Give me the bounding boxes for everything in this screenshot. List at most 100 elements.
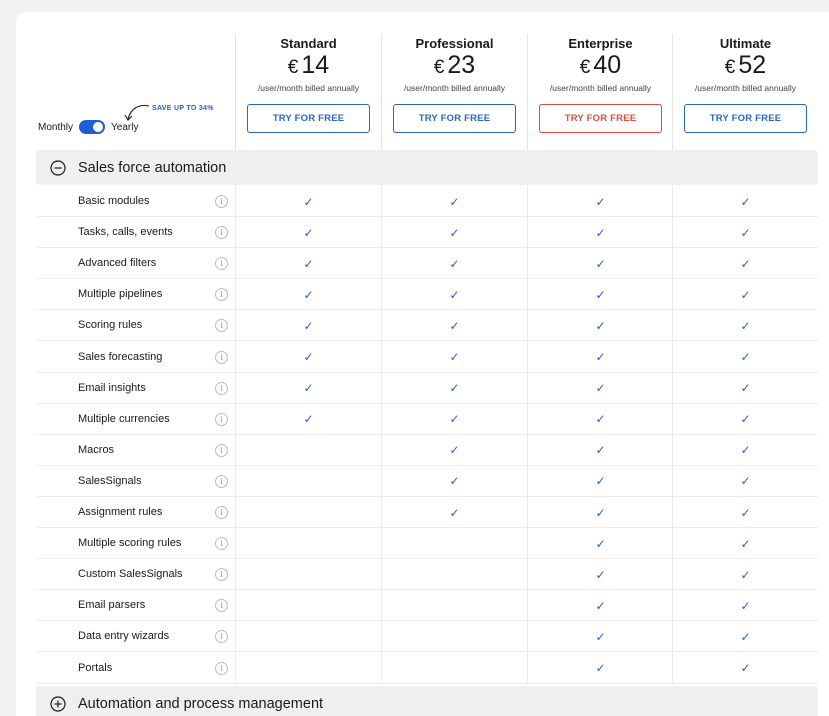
feature-cell (381, 652, 527, 684)
feature-cell: ✓ (235, 403, 381, 435)
info-icon[interactable]: i (215, 381, 228, 395)
plan-price: €52 (673, 51, 818, 82)
feature-cell (235, 559, 381, 591)
feature-cell: ✓ (672, 341, 818, 373)
feature-cell (381, 559, 527, 591)
feature-cell: ✓ (672, 248, 818, 280)
check-icon: ✓ (595, 536, 606, 551)
check-icon: ✓ (740, 194, 751, 209)
feature-cell: ✓ (381, 434, 527, 466)
info-icon[interactable]: i (215, 257, 228, 271)
feature-cell (235, 621, 381, 653)
feature-cell: ✓ (381, 248, 527, 280)
check-icon: ✓ (303, 287, 314, 302)
feature-cell: ✓ (381, 186, 527, 217)
table-row: SalesSignals i ✓ ✓ ✓ (36, 465, 818, 497)
feature-name: Tasks, calls, events (78, 226, 173, 239)
feature-cell: ✓ (672, 652, 818, 684)
try-for-free-button[interactable]: TRY FOR FREE (247, 104, 370, 133)
feature-cell: ✓ (527, 403, 673, 435)
feature-name: Advanced filters (78, 257, 157, 270)
check-icon: ✓ (595, 287, 606, 302)
check-icon: ✓ (303, 350, 314, 364)
billing-note: /user/month billed annually (257, 83, 360, 93)
try-for-free-button[interactable]: TRY FOR FREE (539, 104, 662, 133)
minus-circle-icon[interactable] (50, 159, 66, 176)
info-icon[interactable]: i (215, 568, 228, 582)
check-icon: ✓ (595, 505, 606, 520)
check-icon: ✓ (449, 287, 460, 302)
feature-cell: ✓ (527, 528, 673, 560)
price-value: 40 (593, 51, 622, 79)
check-icon: ✓ (449, 225, 460, 240)
feature-cell: ✓ (672, 279, 818, 311)
table-row: Tasks, calls, events i ✓ ✓ ✓ ✓ (36, 217, 818, 249)
check-icon: ✓ (740, 661, 751, 675)
plus-circle-icon[interactable] (50, 695, 66, 712)
info-icon[interactable]: i (215, 474, 228, 488)
feature-cell: ✓ (235, 279, 381, 311)
pricing-card: Standard €14/user/month billed annually TR… (16, 12, 829, 716)
table-row: Data entry wizards i ✓ ✓ (36, 621, 818, 653)
check-icon: ✓ (303, 194, 314, 209)
plan-column-enterprise: Enterprise €40/user/month billed annually… (527, 34, 673, 150)
table-row: Multiple scoring rules i ✓ ✓ (36, 528, 818, 560)
currency-symbol: € (724, 57, 736, 78)
feature-cell: ✓ (672, 528, 818, 560)
section-automation-process-management[interactable]: Automation and process management (36, 686, 818, 716)
info-icon[interactable]: i (215, 350, 228, 364)
check-icon: ✓ (303, 412, 314, 427)
check-icon: ✓ (449, 474, 460, 489)
feature-cell: ✓ (527, 341, 673, 373)
info-icon[interactable]: i (215, 537, 228, 551)
feature-cell: ✓ (235, 217, 381, 249)
check-icon: ✓ (449, 505, 460, 520)
info-icon[interactable]: i (215, 630, 228, 644)
feature-cell: ✓ (672, 497, 818, 528)
check-icon: ✓ (449, 381, 460, 396)
plan-name: Ultimate (719, 36, 772, 51)
plan-name: Enterprise (568, 36, 633, 51)
table-row: Basic modules i ✓ ✓ ✓ ✓ (36, 186, 818, 217)
plan-name: Standard (280, 36, 337, 51)
feature-cell: ✓ (527, 310, 673, 342)
info-icon[interactable]: i (215, 288, 228, 302)
feature-name: Sales forecasting (78, 350, 163, 363)
check-icon: ✓ (449, 318, 460, 333)
check-icon: ✓ (740, 598, 751, 613)
check-icon: ✓ (303, 318, 314, 333)
feature-cell: ✓ (381, 465, 527, 497)
info-icon[interactable]: i (215, 226, 228, 240)
feature-name: Portals (78, 661, 113, 674)
monthly-label[interactable]: Monthly (38, 122, 73, 133)
info-icon[interactable]: i (215, 195, 228, 208)
table-row: Multiple currencies i ✓ ✓ ✓ ✓ (36, 403, 818, 435)
section-sales-force-automation[interactable]: Sales force automation (36, 150, 818, 185)
feature-cell: ✓ (381, 372, 527, 404)
check-icon: ✓ (740, 443, 751, 458)
feature-cell: ✓ (527, 248, 673, 280)
try-for-free-button[interactable]: TRY FOR FREE (393, 104, 516, 133)
info-icon[interactable]: i (215, 319, 228, 333)
info-icon[interactable]: i (215, 599, 228, 613)
plan-column-professional: Professional €23/user/month billed annual… (381, 34, 527, 150)
feature-cell: ✓ (527, 559, 673, 591)
feature-cell: ✓ (381, 341, 527, 373)
check-icon: ✓ (449, 350, 460, 364)
info-icon[interactable]: i (215, 443, 228, 457)
feature-cell: ✓ (672, 403, 818, 435)
plan-price: €40 (528, 51, 673, 82)
feature-cell: ✓ (527, 372, 673, 404)
feature-cell: ✓ (527, 465, 673, 497)
feature-cell: ✓ (672, 465, 818, 497)
feature-cell: ✓ (527, 434, 673, 466)
info-icon[interactable]: i (215, 412, 228, 426)
info-icon[interactable]: i (215, 506, 228, 519)
save-note: SAVE UP TO 34% (152, 105, 214, 112)
check-icon: ✓ (303, 381, 314, 396)
try-for-free-button[interactable]: TRY FOR FREE (684, 104, 807, 133)
check-icon: ✓ (740, 318, 751, 333)
billing-toggle-switch[interactable] (79, 120, 106, 134)
info-icon[interactable]: i (215, 661, 228, 675)
price-value: 52 (738, 51, 767, 79)
